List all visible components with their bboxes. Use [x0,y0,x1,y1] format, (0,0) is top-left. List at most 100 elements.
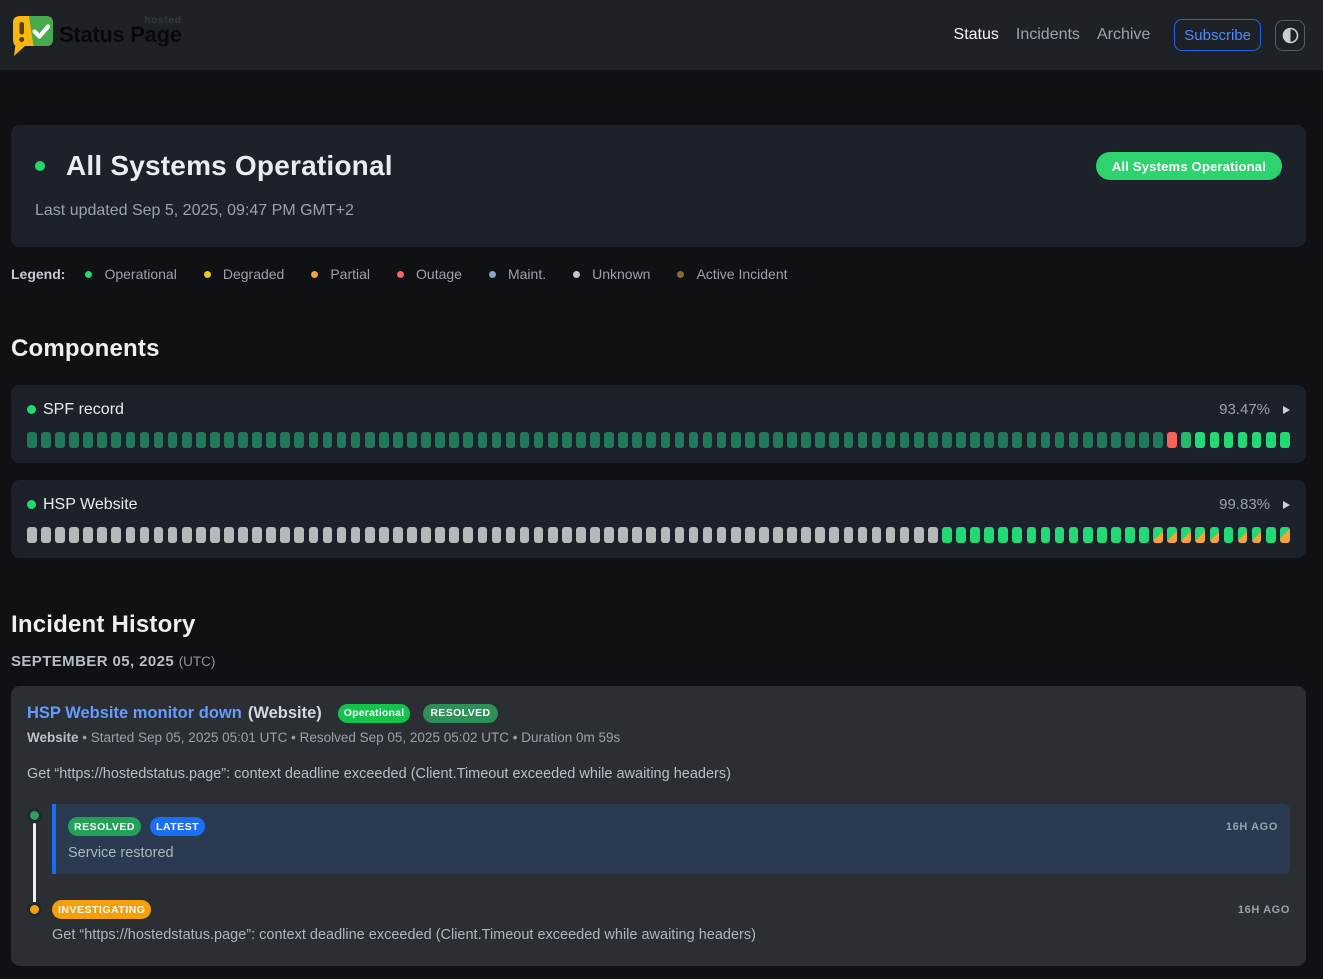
uptime-bar[interactable] [745,432,755,448]
uptime-bar[interactable] [140,432,150,448]
uptime-bar[interactable] [914,527,924,543]
nav-link-status[interactable]: Status [954,26,999,43]
uptime-bar[interactable] [224,527,234,543]
uptime-bar[interactable] [111,432,121,448]
uptime-bar[interactable] [506,432,516,448]
uptime-bar[interactable] [689,527,699,543]
uptime-bar[interactable] [1238,527,1248,543]
uptime-bar[interactable] [1041,432,1051,448]
uptime-bar[interactable] [717,432,727,448]
uptime-bar[interactable] [126,527,136,543]
uptime-bar[interactable] [984,432,994,448]
uptime-bar[interactable] [323,527,333,543]
uptime-bar[interactable] [703,432,713,448]
uptime-bar[interactable] [956,527,966,543]
uptime-bar[interactable] [83,527,93,543]
uptime-bar[interactable] [154,432,164,448]
uptime-bar[interactable] [1125,432,1135,448]
uptime-bar[interactable] [632,432,642,448]
uptime-bar[interactable] [520,432,530,448]
uptime-bar[interactable] [844,527,854,543]
uptime-bar[interactable] [1125,527,1135,543]
uptime-bar[interactable] [1195,527,1205,543]
uptime-bar[interactable] [506,527,516,543]
uptime-bar[interactable] [351,432,361,448]
uptime-bar[interactable] [323,432,333,448]
uptime-bar[interactable] [801,527,811,543]
uptime-bar[interactable] [1210,432,1220,448]
uptime-bar[interactable] [238,527,248,543]
uptime-bar[interactable] [238,432,248,448]
uptime-bar[interactable] [1181,527,1191,543]
uptime-bar[interactable] [294,527,304,543]
uptime-bar[interactable] [83,432,93,448]
uptime-bar[interactable] [252,527,262,543]
component-expand-chevron-icon[interactable] [1283,406,1290,414]
uptime-bar[interactable] [55,527,65,543]
uptime-bar[interactable] [787,527,797,543]
uptime-bar[interactable] [97,432,107,448]
uptime-bar[interactable] [590,432,600,448]
uptime-bar[interactable] [365,432,375,448]
uptime-bar[interactable] [1252,432,1262,448]
uptime-bar[interactable] [745,527,755,543]
uptime-bar[interactable] [942,527,952,543]
uptime-bar[interactable] [379,527,389,543]
uptime-bar[interactable] [970,432,980,448]
incident-title-link[interactable]: HSP Website monitor down [27,702,242,725]
uptime-bar[interactable] [858,432,868,448]
component-expand-chevron-icon[interactable] [1283,501,1290,509]
uptime-bar[interactable] [27,432,37,448]
uptime-bar[interactable] [435,527,445,543]
uptime-bar[interactable] [858,527,868,543]
uptime-bar[interactable] [252,432,262,448]
uptime-bar[interactable] [984,527,994,543]
uptime-bar[interactable] [280,432,290,448]
uptime-bar[interactable] [379,432,389,448]
uptime-bar[interactable] [886,432,896,448]
uptime-bar[interactable] [548,527,558,543]
uptime-bar[interactable] [97,527,107,543]
nav-link-incidents[interactable]: Incidents [1016,26,1080,43]
uptime-bar[interactable] [266,432,276,448]
uptime-bar[interactable] [210,527,220,543]
uptime-bar[interactable] [1012,527,1022,543]
uptime-bar[interactable] [717,527,727,543]
uptime-bar[interactable] [55,432,65,448]
uptime-bar[interactable] [1069,432,1079,448]
uptime-bar[interactable] [576,527,586,543]
uptime-bar[interactable] [731,527,741,543]
uptime-bar[interactable] [196,432,206,448]
uptime-bar[interactable] [900,527,910,543]
uptime-bar[interactable] [1224,527,1234,543]
uptime-bar[interactable] [928,432,938,448]
nav-link-archive[interactable]: Archive [1097,26,1150,43]
uptime-bar[interactable] [1210,527,1220,543]
uptime-bar[interactable] [759,432,769,448]
uptime-bar[interactable] [182,527,192,543]
uptime-bar[interactable] [675,432,685,448]
uptime-bar[interactable] [1238,432,1248,448]
uptime-bar[interactable] [886,527,896,543]
uptime-bar[interactable] [393,432,403,448]
uptime-bar[interactable] [463,432,473,448]
uptime-bar[interactable] [928,527,938,543]
brand-logo[interactable]: Status Page hosted [13,14,182,56]
uptime-bar[interactable] [675,527,685,543]
uptime-bar[interactable] [998,432,1008,448]
uptime-bar[interactable] [872,432,882,448]
uptime-bar[interactable] [407,432,417,448]
uptime-bar[interactable] [337,527,347,543]
uptime-bar[interactable] [1139,432,1149,448]
uptime-bar[interactable] [604,432,614,448]
uptime-bar[interactable] [590,527,600,543]
uptime-bar[interactable] [829,432,839,448]
uptime-bar[interactable] [1111,432,1121,448]
uptime-bar[interactable] [168,432,178,448]
uptime-bar[interactable] [844,432,854,448]
uptime-bar[interactable] [604,527,614,543]
uptime-bar[interactable] [773,432,783,448]
uptime-bar[interactable] [646,432,656,448]
uptime-bar[interactable] [1280,432,1290,448]
uptime-bar[interactable] [1055,432,1065,448]
